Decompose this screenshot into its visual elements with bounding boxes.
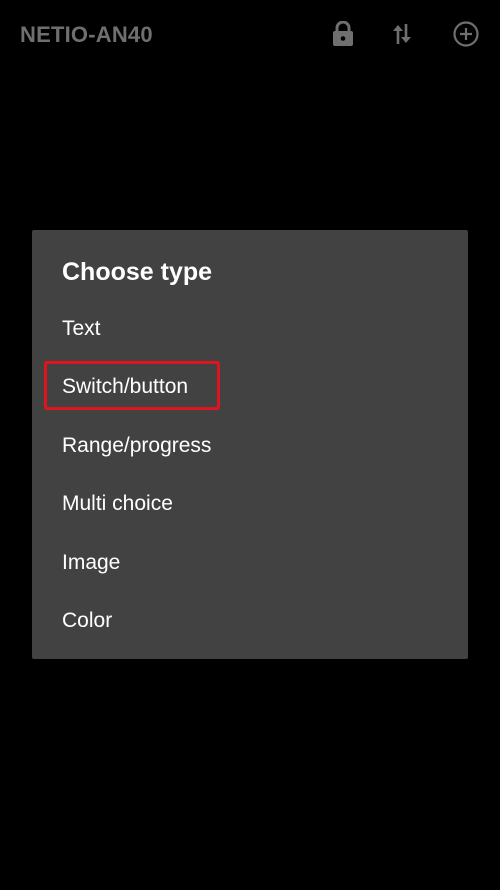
option-label: Image [62,551,121,574]
option-multi-choice[interactable]: Multi choice [32,478,468,530]
dialog-title: Choose type [62,258,213,286]
option-label: Text [62,317,101,340]
option-label: Multi choice [62,492,173,515]
option-image[interactable]: Image [32,537,468,589]
option-switch-button[interactable]: Switch/button [32,361,468,413]
option-range-progress[interactable]: Range/progress [32,420,468,472]
lock-icon[interactable] [329,20,357,48]
add-circle-icon[interactable] [452,20,480,48]
option-color[interactable]: Color [32,595,468,647]
option-label: Range/progress [62,434,212,457]
option-label: Switch/button [62,375,189,398]
choose-type-dialog: Choose type Text Switch/button Range/pro… [32,230,468,659]
app-toolbar: NETIO-AN40 [0,0,500,72]
app-title: NETIO-AN40 [20,22,153,47]
option-label: Color [62,609,113,632]
screen: NETIO-AN40 Choose type Text Switch/butto… [0,0,500,890]
option-text[interactable]: Text [32,303,468,355]
sort-arrows-icon[interactable] [388,20,416,48]
